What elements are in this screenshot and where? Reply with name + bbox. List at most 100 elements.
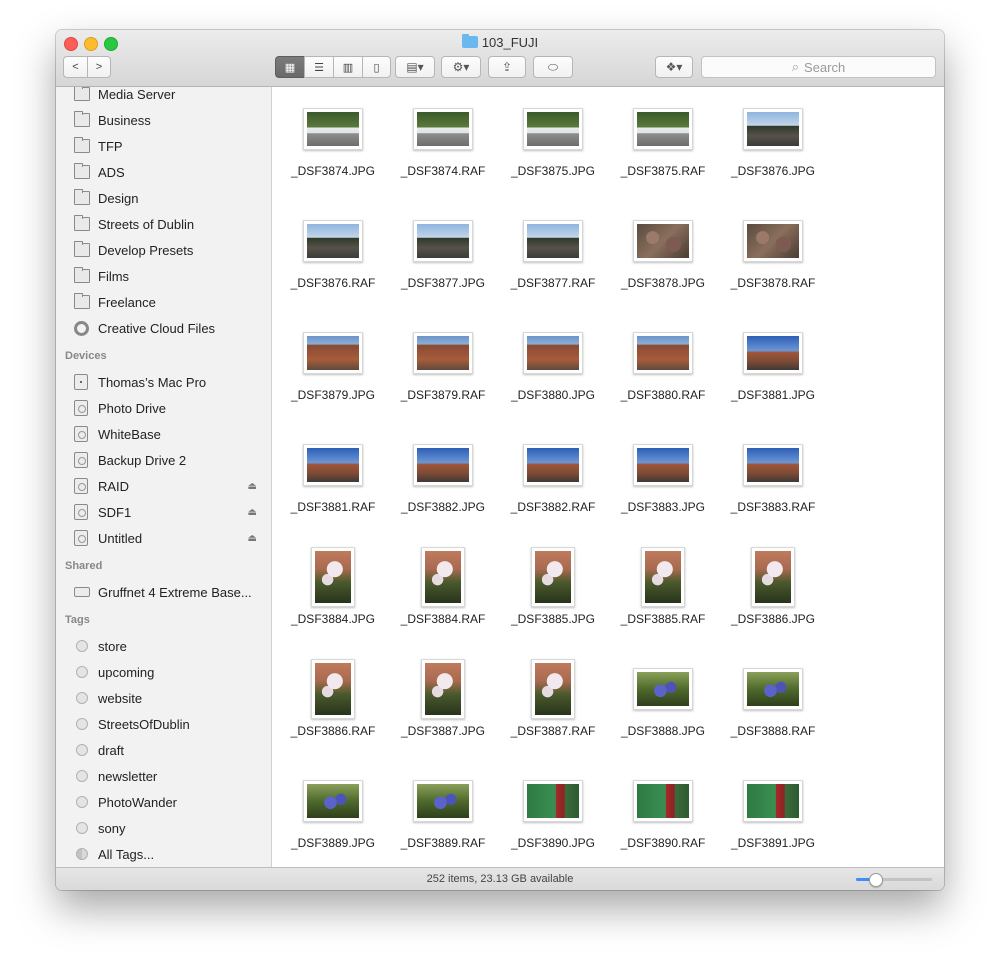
file-thumbnail [743,220,803,262]
file-name: _DSF3875.RAF [620,164,706,178]
file-item[interactable]: _DSF3874.RAF [388,104,498,204]
icon-view-button[interactable]: ▦ [275,56,304,78]
dropbox-button[interactable]: ❖▾ [655,56,693,78]
file-item[interactable]: _DSF3876.RAF [278,216,388,316]
sidebar-item[interactable]: sony [56,815,271,841]
slider-knob[interactable] [869,873,883,887]
file-item[interactable]: _DSF3889.RAF [388,776,498,867]
back-button[interactable]: < [63,56,87,78]
sidebar-item[interactable]: Freelance [56,289,271,315]
network-icon [74,587,90,597]
sidebar-item[interactable]: Thomas’s Mac Pro [56,369,271,395]
edit-tags-button[interactable]: ⬭ [533,56,573,78]
sidebar-item[interactable]: draft [56,737,271,763]
file-item[interactable]: _DSF3880.JPG [498,328,608,428]
sidebar-item[interactable]: Develop Presets [56,237,271,263]
file-item[interactable]: _DSF3882.JPG [388,440,498,540]
sidebar-item[interactable]: TFP [56,133,271,159]
list-view-button[interactable]: ☰ [304,56,333,78]
eject-icon[interactable]: ⏏ [248,481,257,492]
icon-size-slider[interactable] [856,873,932,887]
file-item[interactable]: _DSF3888.RAF [718,664,828,764]
file-item[interactable]: _DSF3875.RAF [608,104,718,204]
sidebar-item[interactable]: Gruffnet 4 Extreme Base... [56,579,271,605]
file-item[interactable]: _DSF3891.JPG [718,776,828,867]
column-view-button[interactable]: ▥ [333,56,362,78]
file-name: _DSF3887.JPG [400,724,486,738]
file-item[interactable]: _DSF3874.JPG [278,104,388,204]
file-item[interactable]: _DSF3887.JPG [388,659,498,764]
arrange-button[interactable]: ▤▾ [395,56,435,78]
sidebar-item[interactable]: upcoming [56,659,271,685]
photo-image [315,551,351,603]
file-item[interactable]: _DSF3886.JPG [718,547,828,652]
disk-icon [74,530,88,546]
sidebar-item[interactable]: Photo Drive [56,395,271,421]
file-thumbnail [303,220,363,262]
file-item[interactable]: _DSF3883.JPG [608,440,718,540]
share-button[interactable]: ⇪ [488,56,526,78]
file-name: _DSF3885.JPG [510,612,596,626]
coverflow-view-button[interactable]: ▯ [362,56,391,78]
file-item[interactable]: _DSF3879.JPG [278,328,388,428]
sidebar-item[interactable]: SDF1 ⏏ [56,499,271,525]
file-item[interactable]: _DSF3881.JPG [718,328,828,428]
sidebar: Media Server Business TFP ADS Design Streets … [56,87,272,867]
finder-window: 103_FUJI < > ▦ ☰ ▥ ▯ ▤▾ ⚙▾ ⇪ ⬭ ❖▾ ⌕ Search … [56,30,944,890]
search-field[interactable]: ⌕ Search [701,56,936,78]
sidebar-item[interactable]: website [56,685,271,711]
sidebar-item[interactable]: Media Server [56,87,271,107]
file-item[interactable]: _DSF3886.RAF [278,659,388,764]
file-item[interactable]: _DSF3887.RAF [498,659,608,764]
eject-icon[interactable]: ⏏ [248,533,257,544]
file-item[interactable]: _DSF3879.RAF [388,328,498,428]
shared-header: Shared [65,560,103,572]
file-thumbnail [743,332,803,374]
file-item[interactable]: _DSF3889.JPG [278,776,388,867]
sidebar-item[interactable]: ADS [56,159,271,185]
sidebar-item[interactable]: store [56,633,271,659]
sidebar-item[interactable]: Films [56,263,271,289]
sidebar-item[interactable]: Business [56,107,271,133]
file-item[interactable]: _DSF3877.RAF [498,216,608,316]
file-item[interactable]: _DSF3884.JPG [278,547,388,652]
file-item[interactable]: _DSF3876.JPG [718,104,828,204]
file-item[interactable]: _DSF3888.JPG [608,664,718,764]
search-placeholder: Search [804,59,846,75]
file-item[interactable]: _DSF3885.RAF [608,547,718,652]
tag-circle-icon [76,796,88,808]
sidebar-item[interactable]: Untitled ⏏ [56,525,271,551]
file-item[interactable]: _DSF3890.JPG [498,776,608,867]
file-thumbnail [743,108,803,150]
file-item[interactable]: _DSF3880.RAF [608,328,718,428]
sidebar-item[interactable]: RAID ⏏ [56,473,271,499]
sidebar-item[interactable]: PhotoWander [56,789,271,815]
action-button[interactable]: ⚙▾ [441,56,481,78]
status-text: 252 items, 23.13 GB available [426,873,574,885]
file-name: _DSF3881.JPG [730,388,816,402]
view-switcher: ▦ ☰ ▥ ▯ [275,56,391,78]
disk-icon [74,478,88,494]
file-item[interactable]: _DSF3875.JPG [498,104,608,204]
file-thumbnail [523,108,583,150]
sidebar-item[interactable]: Design [56,185,271,211]
photo-image [527,784,579,818]
file-item[interactable]: _DSF3884.RAF [388,547,498,652]
sidebar-item[interactable]: Streets of Dublin [56,211,271,237]
sidebar-item[interactable]: newsletter [56,763,271,789]
file-item[interactable]: _DSF3878.JPG [608,216,718,316]
file-item[interactable]: _DSF3878.RAF [718,216,828,316]
file-item[interactable]: _DSF3882.RAF [498,440,608,540]
forward-button[interactable]: > [87,56,111,78]
eject-icon[interactable]: ⏏ [248,507,257,518]
file-item[interactable]: _DSF3877.JPG [388,216,498,316]
sidebar-item[interactable]: WhiteBase [56,421,271,447]
file-item[interactable]: _DSF3890.RAF [608,776,718,867]
file-item[interactable]: _DSF3883.RAF [718,440,828,540]
sidebar-item[interactable]: Creative Cloud Files [56,315,271,341]
sidebar-item[interactable]: StreetsOfDublin [56,711,271,737]
sidebar-item[interactable]: All Tags... [56,841,271,867]
sidebar-item[interactable]: Backup Drive 2 [56,447,271,473]
file-item[interactable]: _DSF3881.RAF [278,440,388,540]
file-item[interactable]: _DSF3885.JPG [498,547,608,652]
